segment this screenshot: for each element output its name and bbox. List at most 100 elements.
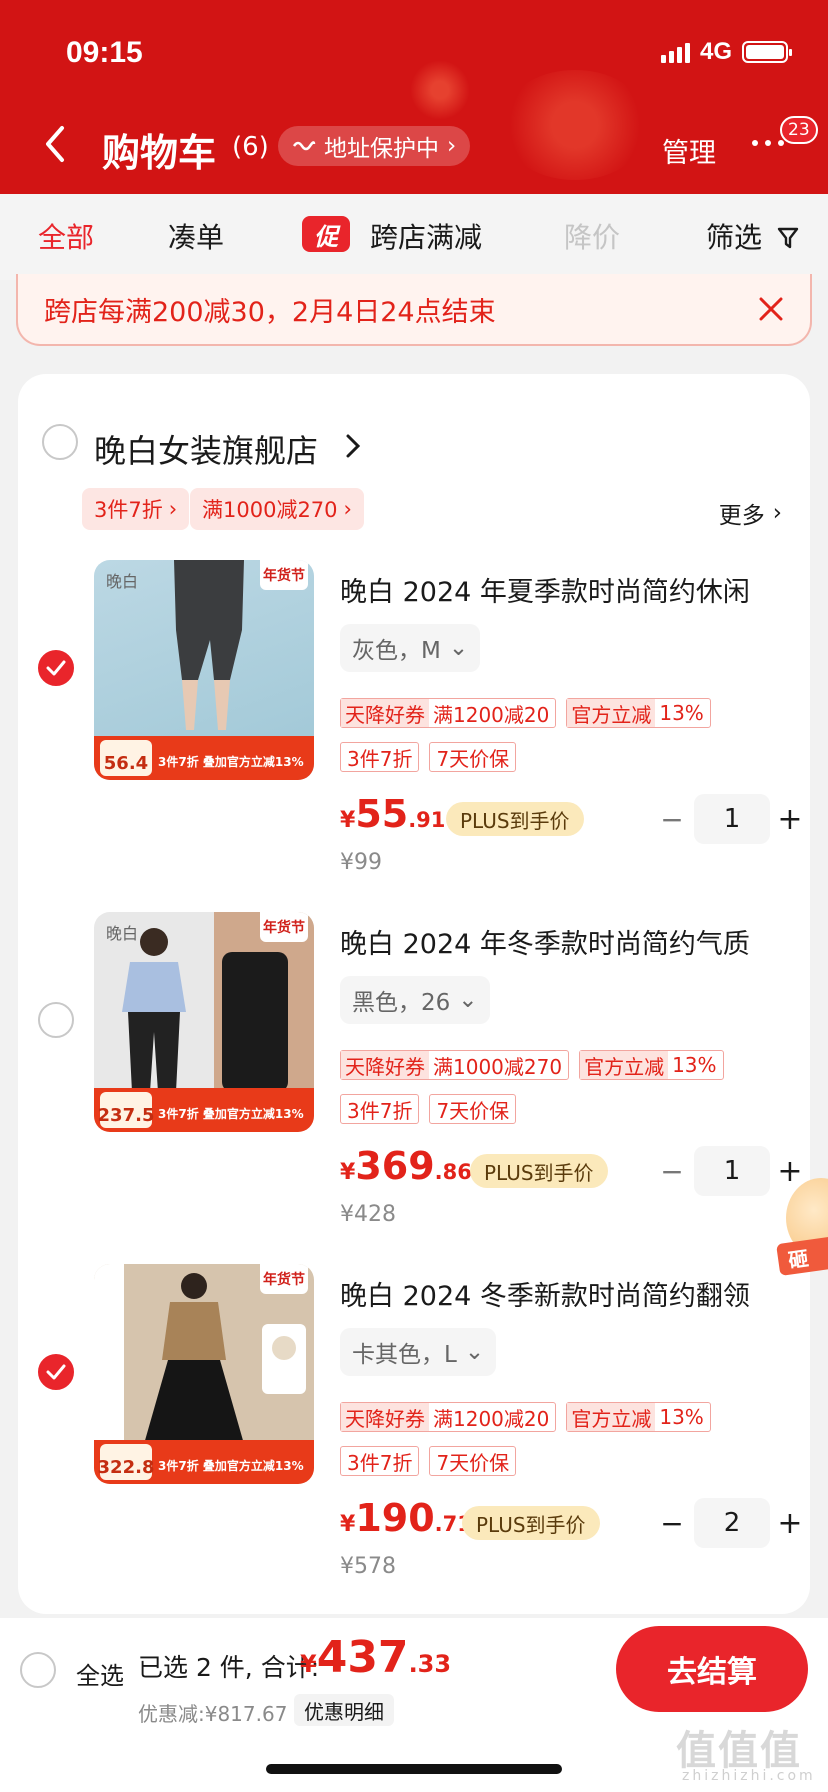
- tab-filter[interactable]: 筛选: [706, 216, 799, 256]
- tab-bundle[interactable]: 凑单: [168, 216, 224, 256]
- promo-tags: 3件7折 7天价保: [340, 1446, 517, 1476]
- sku-selector[interactable]: 黑色，26 ⌄: [340, 976, 490, 1024]
- address-protect-button[interactable]: 地址保护中 ›: [278, 126, 471, 166]
- status-icons: 4G: [660, 38, 792, 66]
- tab-price-drop[interactable]: 降价: [564, 216, 620, 256]
- store-checkbox[interactable]: [42, 424, 78, 460]
- shield-wave-icon: [292, 141, 316, 151]
- chevron-right-icon[interactable]: [344, 432, 362, 460]
- original-price: ¥578: [340, 1554, 396, 1579]
- ribbon-text: 3件7折 叠加官方立减13%: [158, 1459, 304, 1473]
- home-indicator[interactable]: [266, 1764, 562, 1774]
- item-title[interactable]: 晚白 2024 冬季新款时尚简约翻领: [340, 1274, 790, 1313]
- more-link[interactable]: 更多 ›: [719, 496, 782, 530]
- ribbon-price: 237.5: [98, 1092, 154, 1128]
- original-price: ¥428: [340, 1202, 396, 1227]
- price-protect-tag: 7天价保: [429, 1446, 517, 1476]
- network-label: 4G: [699, 38, 732, 65]
- currency: ¥: [340, 1160, 356, 1185]
- manage-button[interactable]: 管理: [662, 131, 716, 170]
- tag-text: 13%: [672, 1053, 717, 1077]
- store-tag-coupon[interactable]: 满1000减270 ›: [190, 488, 364, 530]
- total-price: ¥437.33: [300, 1632, 451, 1683]
- tab-all[interactable]: 全部: [38, 216, 94, 256]
- currency: ¥: [340, 808, 356, 833]
- item-title[interactable]: 晚白 2024 年夏季款时尚简约休闲: [340, 570, 790, 609]
- chevron-down-icon: ⌄: [464, 1339, 485, 1365]
- decrease-button[interactable]: −: [650, 794, 694, 844]
- tag-text: 满1200减20: [433, 1406, 550, 1431]
- bundle-tag: 3件7折: [340, 1446, 420, 1476]
- festival-badge: 年货节: [260, 560, 308, 590]
- chevron-left-icon[interactable]: [40, 124, 70, 164]
- cart-count: (6): [232, 132, 269, 162]
- store-name[interactable]: 晚白女装旗舰店: [94, 426, 318, 472]
- increase-button[interactable]: +: [770, 794, 810, 844]
- firework-decoration: [410, 60, 470, 120]
- select-all-label[interactable]: 全选: [76, 1656, 124, 1691]
- price-int: 369: [355, 1144, 435, 1188]
- signal-icon: [660, 41, 690, 63]
- tag-text: 13%: [659, 701, 704, 725]
- app-header: 09:15 4G 购物车 (6) 地址保护中 › 管理 23: [0, 0, 828, 194]
- floating-promo[interactable]: 砸: [776, 1178, 828, 1298]
- tag-text: 13%: [659, 1405, 704, 1429]
- festival-badge: 年货节: [260, 1264, 308, 1294]
- sku-label: 卡其色，L: [352, 1342, 457, 1368]
- quantity-value[interactable]: 2: [694, 1498, 770, 1548]
- price-protect-tag: 7天价保: [429, 742, 517, 772]
- promo-ribbon: 56.4 3件7折 叠加官方立减13%: [94, 736, 314, 780]
- price-protect-tag: 7天价保: [429, 1094, 517, 1124]
- item-checkbox[interactable]: [38, 1002, 74, 1038]
- product-image[interactable]: 年货节 322.8 3件7折 叠加官方立减13%: [94, 1264, 314, 1484]
- product-image[interactable]: 晚白 年货节 237.5 3件7折 叠加官方立减13%: [94, 912, 314, 1132]
- firework-decoration: [500, 70, 650, 180]
- store-tag-label: 3件7折: [94, 498, 163, 522]
- decrease-button[interactable]: −: [650, 1498, 694, 1548]
- status-time: 09:15: [66, 36, 143, 69]
- tag-text: 满1000减270: [433, 1054, 563, 1079]
- promo-banner: 跨店每满200减30，2月4日24点结束: [16, 274, 812, 346]
- discount-amount: 优惠减:¥817.67: [138, 1702, 288, 1726]
- checkout-bar: 全选 已选 2 件, 合计: ¥437.33 优惠减:¥817.67 优惠明细 …: [0, 1618, 828, 1792]
- discount-detail-button[interactable]: 优惠明细: [294, 1694, 394, 1726]
- increase-button[interactable]: +: [770, 1498, 810, 1548]
- tag-lead: 官方立减: [567, 1403, 656, 1431]
- promo-tags: 天降好券 满1000减270 官方立减 13%: [340, 1050, 724, 1080]
- tag-lead: 官方立减: [567, 699, 656, 727]
- bundle-tag: 3件7折: [340, 1094, 420, 1124]
- close-icon[interactable]: [756, 294, 786, 324]
- promo-icon: 促: [302, 216, 350, 252]
- more-menu-icon[interactable]: [752, 140, 784, 146]
- chevron-down-icon: ⌄: [448, 635, 469, 661]
- promo-ribbon: 322.8 3件7折 叠加官方立减13%: [94, 1440, 314, 1484]
- watermark-sub: zhizhizhi.com: [682, 1768, 816, 1784]
- quantity-value[interactable]: 1: [694, 1146, 770, 1196]
- promo-tags: 3件7折 7天价保: [340, 742, 517, 772]
- promo-tags: 天降好券 满1200减20 官方立减 13%: [340, 698, 711, 728]
- product-image[interactable]: 晚白 年货节 56.4 3件7折 叠加官方立减13%: [94, 560, 314, 780]
- sku-selector[interactable]: 卡其色，L ⌄: [340, 1328, 497, 1376]
- item-checkbox[interactable]: [38, 1354, 74, 1390]
- currency: ¥: [300, 1650, 317, 1678]
- coupon-tag: 天降好券 满1000减270: [340, 1050, 570, 1080]
- quantity-stepper: − 2 +: [650, 1498, 810, 1548]
- bundle-tag: 3件7折: [340, 742, 420, 772]
- promo-tags: 天降好券 满1200减20 官方立减 13%: [340, 1402, 711, 1432]
- discount-tag: 官方立减 13%: [566, 698, 711, 728]
- item-checkbox[interactable]: [38, 650, 74, 686]
- checkout-button[interactable]: 去结算: [616, 1626, 808, 1712]
- quantity-stepper: − 1 +: [650, 794, 810, 844]
- total-int: 437: [316, 1632, 409, 1683]
- item-title[interactable]: 晚白 2024 年冬季款时尚简约气质: [340, 922, 790, 961]
- quantity-value[interactable]: 1: [694, 794, 770, 844]
- tab-cross-store[interactable]: 跨店满减: [370, 216, 482, 256]
- store-tag-discount[interactable]: 3件7折 ›: [82, 488, 190, 530]
- promo-tags: 3件7折 7天价保: [340, 1094, 517, 1124]
- tag-lead: 天降好券: [341, 1403, 429, 1431]
- decrease-button[interactable]: −: [650, 1146, 694, 1196]
- sku-selector[interactable]: 灰色，M ⌄: [340, 624, 481, 672]
- select-all-checkbox[interactable]: [20, 1652, 56, 1688]
- chevron-right-icon: ›: [772, 500, 782, 526]
- promo-ribbon: 237.5 3件7折 叠加官方立减13%: [94, 1088, 314, 1132]
